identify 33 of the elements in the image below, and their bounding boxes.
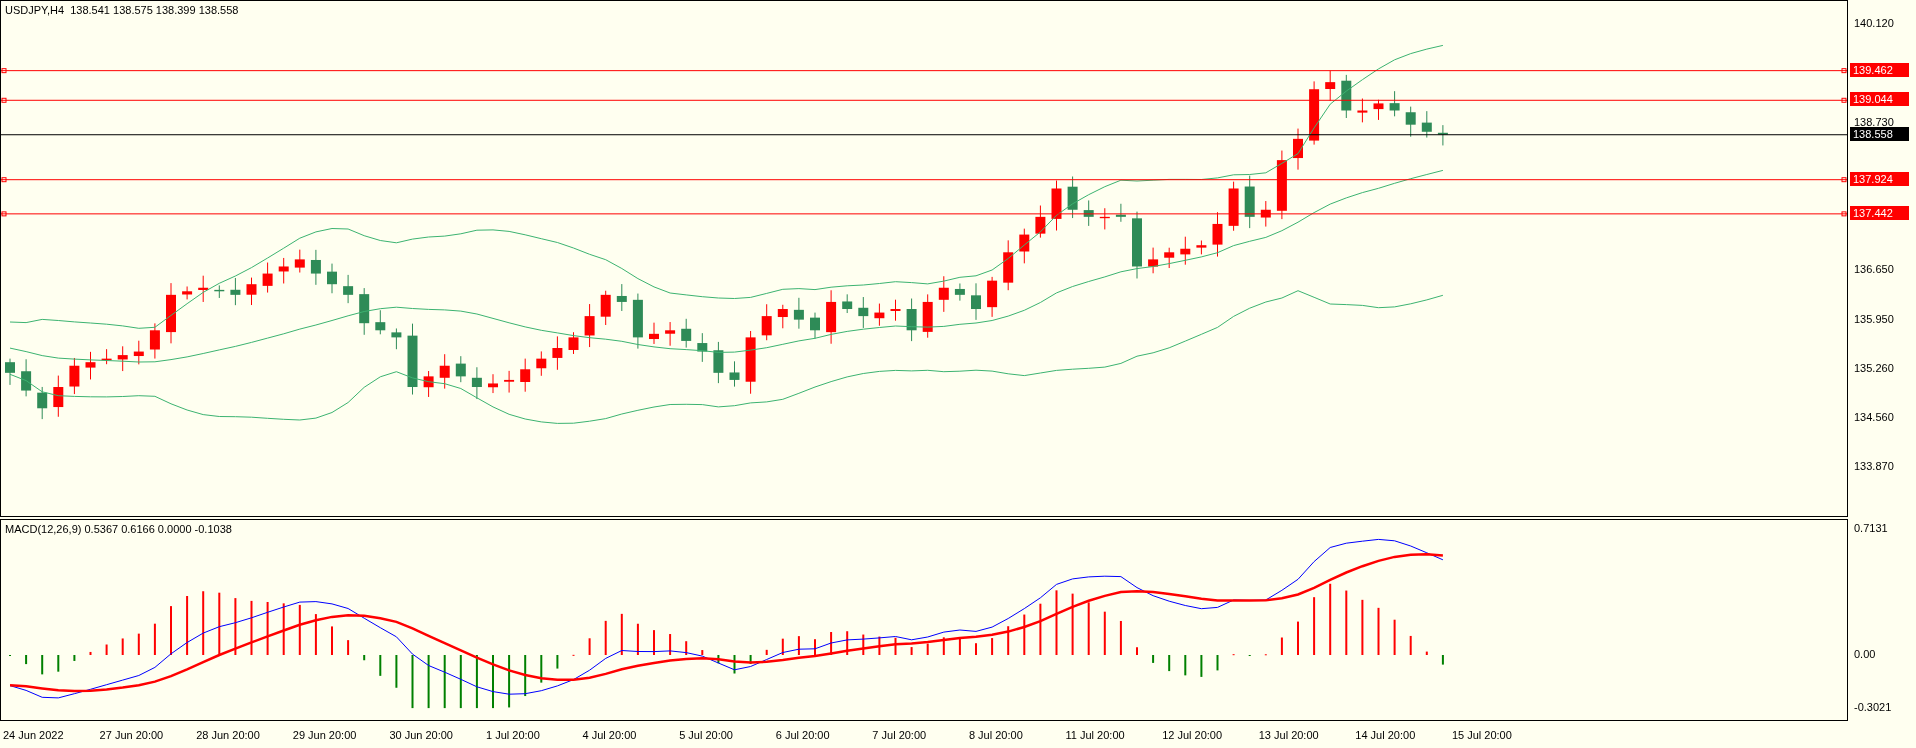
macd-header: MACD(12,26,9) 0.5367 0.6166 0.0000 -0.1038 xyxy=(5,523,232,535)
time-axis-label: 15 Jul 20:00 xyxy=(1451,728,1513,741)
price-axis-label: 134.560 xyxy=(1854,410,1894,425)
price-level-tag: 139.044 xyxy=(1850,92,1909,107)
time-axis-label: 4 Jul 20:00 xyxy=(582,728,638,741)
price-level-tag: 137.442 xyxy=(1850,205,1909,220)
chart-header: USDJPY,H4 138.541 138.575 138.399 138.558 xyxy=(5,4,239,16)
time-axis-label: 6 Jul 20:00 xyxy=(775,728,831,741)
time-axis-label: 27 Jun 20:00 xyxy=(99,728,165,741)
price-axis-label: 135.950 xyxy=(1854,311,1894,326)
price-axis-label: 136.650 xyxy=(1854,262,1894,276)
time-axis-label: 24 Jun 2022 xyxy=(3,728,65,741)
time-axis-label: 30 Jun 20:00 xyxy=(389,728,454,741)
price-axis-label: 135.260 xyxy=(1854,360,1894,375)
time-axis-label: 5 Jul 20:00 xyxy=(679,728,734,741)
bid-price-tag: 138.558 xyxy=(1850,126,1909,141)
time-axis-label: 28 Jun 20:00 xyxy=(196,728,261,741)
macd-axis-label: -0.3021 xyxy=(1854,700,1892,715)
macd-axis-label: 0.00 xyxy=(1854,647,1876,661)
time-axis-label: 7 Jul 20:00 xyxy=(872,728,928,741)
macd-axis-label: 0.7131 xyxy=(1854,520,1888,535)
time-axis-label: 14 Jul 20:00 xyxy=(1355,728,1417,741)
price-axis-label: 140.120 xyxy=(1854,16,1894,30)
price-axis-label: 133.870 xyxy=(1854,459,1894,474)
price-level-tag: 139.462 xyxy=(1850,62,1909,77)
price-axis-label: 138.730 xyxy=(1854,114,1894,129)
time-axis-label: 1 Jul 20:00 xyxy=(485,728,541,741)
time-axis-label: 11 Jul 20:00 xyxy=(1065,728,1126,741)
time-axis-label: 13 Jul 20:00 xyxy=(1258,728,1320,741)
price-level-tag: 137.924 xyxy=(1850,171,1909,186)
time-axis-label: 29 Jun 20:00 xyxy=(292,728,358,741)
time-axis-label: 12 Jul 20:00 xyxy=(1162,728,1224,741)
time-axis-label: 8 Jul 20:00 xyxy=(968,728,1024,741)
